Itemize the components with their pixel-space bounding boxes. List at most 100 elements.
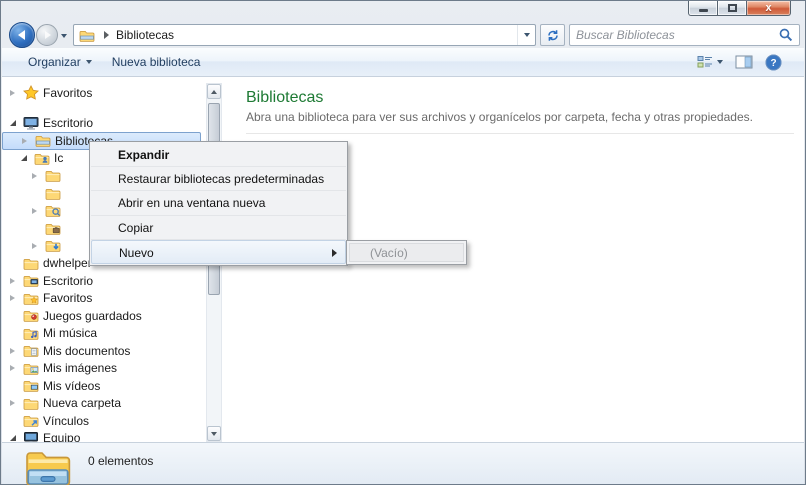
expander-collapsed-icon[interactable] (10, 365, 23, 371)
expander-collapsed-icon[interactable] (10, 295, 23, 301)
desktop-icon (23, 116, 41, 131)
menu-item-nuevo[interactable]: Nuevo (91, 239, 346, 264)
menu-item-restaurar-bibliotecas-predeterminadas[interactable]: Restaurar bibliotecas predeterminadas (91, 167, 346, 192)
search-input[interactable]: Buscar Bibliotecas (569, 24, 800, 46)
tree-item-label: Escritorio (43, 273, 94, 288)
tree-item-mi-musica[interactable]: Mi música (2, 325, 205, 343)
expander-collapsed-icon[interactable] (10, 90, 23, 96)
expander-collapsed-icon[interactable] (22, 138, 35, 144)
maximize-button[interactable] (718, 1, 746, 16)
preview-pane-icon (735, 55, 753, 69)
videos-folder-icon (23, 378, 41, 393)
tree-item-mis-videos[interactable]: Mis vídeos (2, 377, 205, 395)
expander-expanded-icon[interactable] (10, 435, 23, 441)
navigation-bar: Bibliotecas Buscar Bibliotecas (1, 21, 805, 48)
tree-item-vinculos[interactable]: Vínculos (2, 412, 205, 430)
help-icon: ? (765, 54, 782, 70)
search-folder-icon (45, 203, 63, 218)
tree-item-escritorio[interactable]: Escritorio (2, 115, 205, 133)
help-button[interactable]: ? (765, 54, 782, 71)
saved-games-icon (23, 308, 41, 323)
tree-item-label: Juegos guardados (43, 308, 142, 323)
expander-collapsed-icon[interactable] (32, 208, 45, 214)
scroll-down-button[interactable] (207, 426, 221, 441)
maximize-icon (727, 4, 737, 12)
tree-item-label: Favoritos (43, 291, 93, 306)
titlebar[interactable]: x (1, 1, 805, 21)
back-button[interactable] (9, 22, 35, 48)
tree-item-label: Mis imágenes (43, 361, 118, 376)
menu-item-label: Restaurar bibliotecas predeterminadas (118, 172, 325, 187)
page-subtitle: Abra una biblioteca para ver sus archivo… (246, 110, 753, 124)
back-arrow-icon (17, 30, 25, 40)
page-title: Bibliotecas (246, 89, 324, 106)
tree-item-juegos-guardados[interactable]: Juegos guardados (2, 307, 205, 325)
tree-item-label: Vínculos (43, 413, 90, 428)
tree-item-mis-imagenes[interactable]: Mis imágenes (2, 360, 205, 378)
tree-item-mis-documentos[interactable]: Mis documentos (2, 342, 205, 360)
expander-collapsed-icon[interactable] (10, 348, 23, 354)
search-icon[interactable] (779, 28, 793, 42)
svg-text:?: ? (770, 58, 776, 69)
tree-item-equipo[interactable]: Equipo (2, 430, 205, 442)
expander-collapsed-icon[interactable] (32, 243, 45, 249)
tree-item-nueva-carpeta[interactable]: Nueva carpeta (2, 395, 205, 413)
forward-button[interactable] (36, 24, 58, 46)
tree-item-label: Favoritos (43, 85, 93, 100)
status-items-count: 0 elementos (88, 454, 154, 468)
tree-item-favoritos[interactable]: Favoritos (2, 84, 205, 102)
menu-item-label: Abrir en una ventana nueva (118, 196, 266, 211)
triangle-down-icon (211, 431, 217, 436)
views-button[interactable] (697, 55, 723, 69)
refresh-button[interactable] (540, 24, 565, 46)
expander-collapsed-icon[interactable] (32, 173, 45, 179)
tree-item-label: Mi música (43, 326, 98, 341)
context-menu: Expandir Restaurar bibliotecas predetermi… (89, 141, 348, 266)
new-library-label: Nueva biblioteca (111, 55, 201, 69)
menu-item-abrir-en-una-ventana-nueva[interactable]: Abrir en una ventana nueva (91, 191, 346, 216)
window-controls: x (688, 1, 791, 16)
folder-icon (45, 168, 63, 183)
tree-item-escritorio[interactable]: Escritorio (2, 272, 205, 290)
preview-pane-button[interactable] (735, 55, 753, 69)
address-dropdown-button[interactable] (517, 25, 535, 45)
links-folder-icon (23, 413, 41, 428)
tree-item-label: Escritorio (43, 116, 94, 131)
menu-item-expandir[interactable]: Expandir (91, 143, 346, 168)
close-button[interactable]: x (746, 1, 791, 16)
forward-arrow-icon (45, 31, 51, 39)
libraries-icon (35, 133, 53, 148)
tree-item-label: dwhelper (43, 256, 92, 271)
tree-item-favoritos[interactable]: Favoritos (2, 290, 205, 308)
chevron-down-icon (717, 60, 723, 64)
breadcrumb[interactable]: Bibliotecas (116, 28, 174, 42)
recent-pages-dropdown[interactable] (61, 34, 67, 38)
music-folder-icon (23, 326, 41, 341)
minimize-button[interactable] (688, 1, 718, 16)
folder-icon (45, 186, 63, 201)
libraries-large-icon (25, 445, 71, 485)
expander-expanded-icon[interactable] (10, 120, 23, 126)
star-folder-icon (23, 291, 41, 306)
libraries-icon (79, 28, 95, 43)
explorer-window: x Bibliotecas Buscar Bibliotecas Organiz… (0, 0, 806, 485)
expander-collapsed-icon[interactable] (10, 278, 23, 284)
new-library-button[interactable]: Nueva biblioteca (102, 48, 211, 76)
address-bar[interactable]: Bibliotecas (73, 24, 536, 46)
minimize-icon (698, 8, 708, 12)
chevron-down-icon (523, 33, 530, 37)
menu-item-copiar[interactable]: Copiar (91, 216, 346, 240)
organize-button[interactable]: Organizar (18, 48, 102, 76)
status-bar: 0 elementos (2, 442, 804, 485)
menu-item-label: Nuevo (119, 245, 154, 260)
scroll-up-button[interactable] (207, 84, 221, 99)
computer-icon (23, 431, 41, 442)
expander-expanded-icon[interactable] (21, 155, 34, 161)
search-placeholder: Buscar Bibliotecas (576, 28, 675, 42)
folder-icon (23, 256, 41, 271)
refresh-icon (547, 29, 558, 41)
expander-collapsed-icon[interactable] (10, 400, 23, 406)
menu-item-label: Copiar (118, 220, 154, 235)
folder-icon (23, 396, 41, 411)
close-icon: x (765, 1, 772, 14)
